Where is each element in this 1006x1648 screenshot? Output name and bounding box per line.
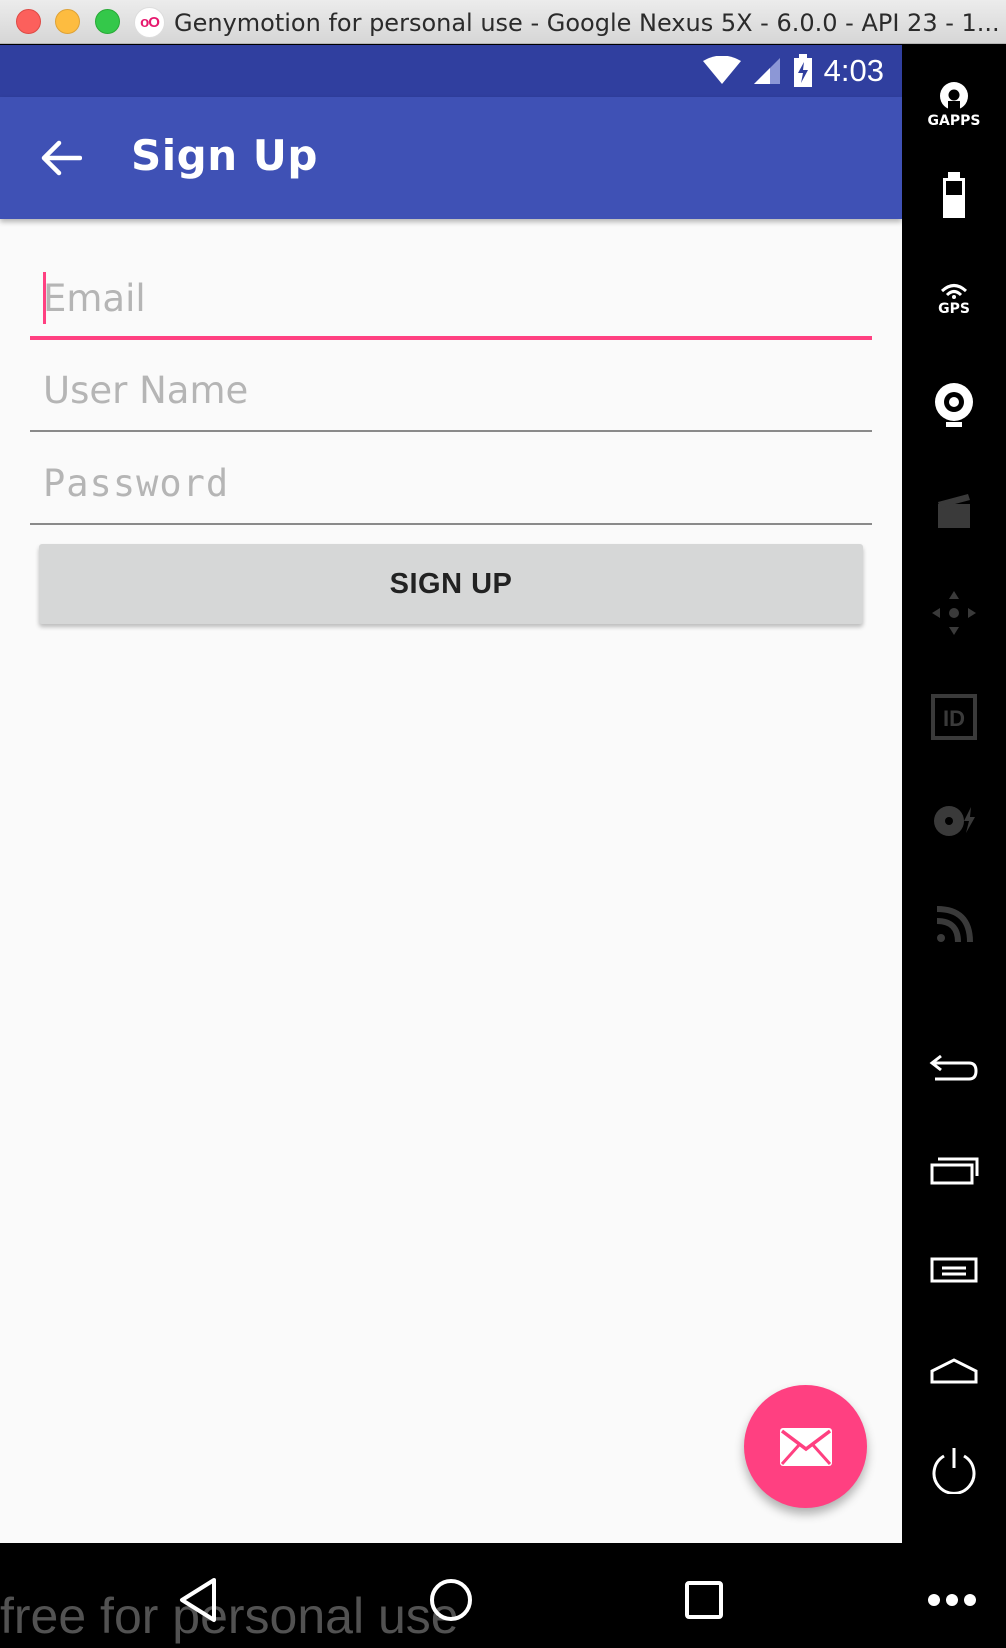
power-icon: [932, 1448, 976, 1494]
menu-button[interactable]: [902, 1230, 1006, 1310]
minimize-window-button[interactable]: [55, 9, 80, 34]
square-recents-icon: [685, 1581, 723, 1619]
network-button[interactable]: [902, 885, 1006, 965]
page-title: Sign Up: [131, 131, 318, 180]
screencast-button[interactable]: [902, 470, 1006, 550]
battery-button[interactable]: [902, 156, 1006, 236]
username-field-container: [30, 352, 872, 432]
nav-back-button[interactable]: [168, 1570, 228, 1630]
circle-home-icon: [430, 1579, 472, 1621]
password-underline: [30, 523, 872, 525]
app-bar: Sign Up: [0, 97, 902, 219]
window-title-bar: oO Genymotion for personal use - Google …: [0, 0, 1006, 44]
status-bar: 4:03: [0, 45, 902, 97]
email-field-container: [30, 260, 872, 340]
webcam-icon: [935, 383, 973, 427]
menu-icon: [930, 1257, 978, 1283]
home-icon: [930, 1358, 978, 1384]
power-button[interactable]: [902, 1430, 1006, 1510]
triangle-back-icon: [180, 1578, 216, 1622]
back-button[interactable]: [902, 1028, 1006, 1108]
password-field[interactable]: [30, 445, 872, 521]
sign-up-button[interactable]: SIGN UP: [39, 544, 863, 624]
gapps-icon: [940, 82, 968, 111]
genymotion-logo-icon: oO: [134, 7, 165, 38]
gapps-label: GAPPS: [927, 113, 981, 129]
disk-io-icon: [934, 806, 975, 836]
status-time: 4:03: [823, 53, 884, 88]
wifi-gps-icon: [940, 284, 968, 299]
username-underline: [30, 430, 872, 432]
back-icon: [929, 1054, 978, 1081]
device-id-button[interactable]: ID: [902, 677, 1006, 757]
device-screen: 4:03 Sign Up SIGN UP: [0, 45, 902, 1543]
window-title: Genymotion for personal use - Google Nex…: [174, 9, 1000, 37]
password-field-container: [30, 445, 872, 525]
rss-signal-icon: [936, 906, 973, 943]
more-dots-icon: [928, 1594, 976, 1606]
cell-signal-icon: [753, 58, 780, 84]
home-button[interactable]: [902, 1331, 1006, 1411]
username-field[interactable]: [30, 352, 872, 428]
nav-recents-button[interactable]: [674, 1570, 734, 1630]
id-card-icon: ID: [931, 694, 977, 740]
maximize-window-button[interactable]: [95, 9, 120, 34]
battery-charging-icon: [793, 54, 812, 87]
more-options-button[interactable]: [922, 1570, 982, 1630]
dpad-button[interactable]: [902, 573, 1006, 653]
mail-icon: [779, 1427, 832, 1466]
gps-label: GPS: [938, 301, 970, 317]
wifi-icon: [702, 56, 741, 84]
webcam-button[interactable]: [902, 365, 1006, 445]
battery-icon: [943, 172, 965, 218]
mail-fab-button[interactable]: [744, 1385, 867, 1508]
text-cursor: [43, 272, 46, 324]
email-underline: [30, 336, 872, 340]
emulator-toolbar: GAPPS GPS ID: [902, 45, 1006, 1543]
close-window-button[interactable]: [16, 9, 41, 34]
dpad-icon: [932, 591, 976, 635]
disk-io-button[interactable]: [902, 781, 1006, 861]
clapperboard-icon: [938, 494, 970, 528]
gps-button[interactable]: GPS: [902, 260, 1006, 340]
recent-apps-icon: [930, 1157, 979, 1185]
arrow-back-icon[interactable]: [40, 139, 82, 177]
nav-home-button[interactable]: [421, 1570, 481, 1630]
recent-apps-button[interactable]: [902, 1130, 1006, 1210]
email-field[interactable]: [30, 260, 872, 336]
gapps-button[interactable]: GAPPS: [902, 65, 1006, 145]
watermark-text: free for personal use: [0, 1588, 459, 1644]
id-label: ID: [943, 706, 965, 731]
